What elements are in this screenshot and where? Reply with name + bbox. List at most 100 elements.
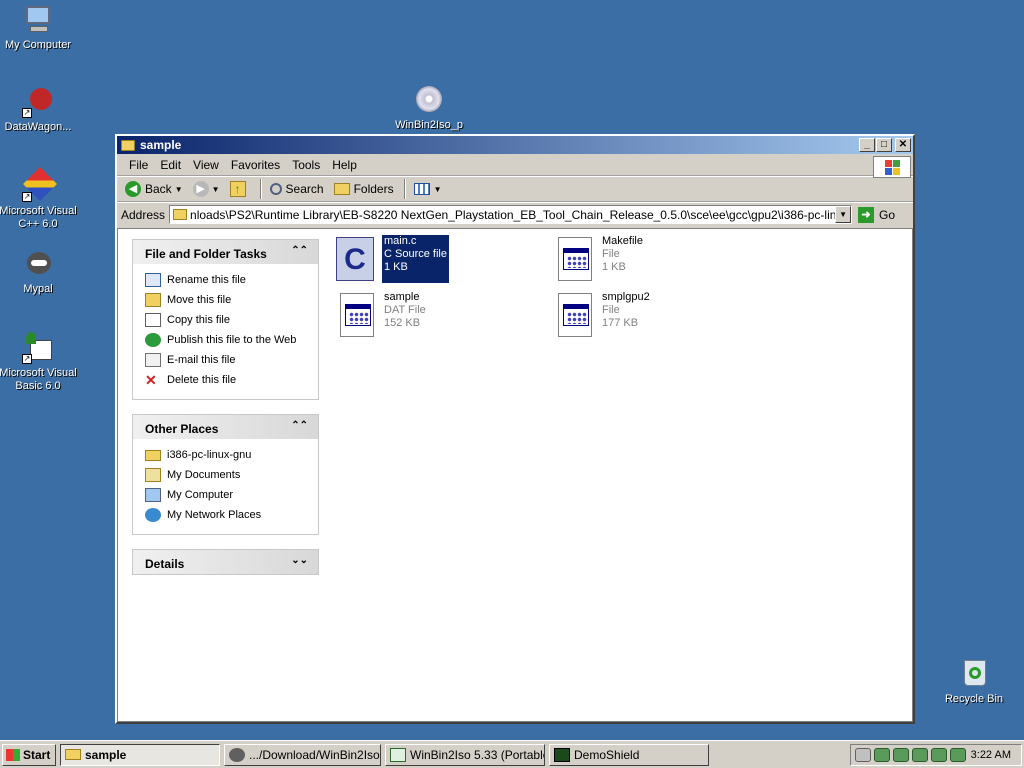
file-item-smplgpu2[interactable]: smplgpu2 File 177 KB <box>554 291 650 339</box>
folder-icon <box>173 209 188 220</box>
task-delete[interactable]: ✕ Delete this file <box>145 370 306 390</box>
chevron-down-icon[interactable]: ▼ <box>212 185 220 194</box>
chevron-down-icon: ▼ <box>433 184 442 194</box>
task-copy[interactable]: Copy this file <box>145 310 306 330</box>
network-tray-icon[interactable] <box>950 748 966 762</box>
file-name: Makefile <box>602 235 643 247</box>
rename-icon <box>145 273 161 287</box>
desktop-icon-label: Recycle Bin <box>944 693 1004 705</box>
datawagon-icon: ↗ <box>22 86 54 118</box>
taskbar-item-sample[interactable]: sample <box>60 743 220 766</box>
desktop-icon-my-computer[interactable]: My Computer <box>0 4 80 52</box>
dat-file-icon <box>340 293 374 337</box>
views-button[interactable]: ▼ <box>410 181 446 197</box>
desktop-icon-recycle-bin[interactable]: Recycle Bin <box>932 658 1016 706</box>
visual-basic-icon: ↗ <box>22 332 54 364</box>
folder-icon <box>145 449 161 461</box>
clock[interactable]: 3:22 AM <box>971 749 1011 761</box>
menu-help[interactable]: Help <box>326 156 363 174</box>
app-window-icon <box>554 747 570 762</box>
network-tray-icon[interactable] <box>893 748 909 762</box>
menu-view[interactable]: View <box>187 156 225 174</box>
pane-title: Details <box>145 557 185 571</box>
file-item-makefile[interactable]: Makefile File 1 KB <box>554 235 643 283</box>
task-email[interactable]: E-mail this file <box>145 350 306 370</box>
place-my-documents[interactable]: My Documents <box>145 465 306 485</box>
chevron-down-icon[interactable]: ▼ <box>175 185 183 194</box>
network-icon <box>145 508 161 522</box>
search-button[interactable]: Search <box>266 180 328 198</box>
menu-bar: File Edit View Favorites Tools Help <box>117 154 913 178</box>
collapse-chevron-icon[interactable]: ⌃⌃ <box>291 245 308 256</box>
file-name: sample <box>384 291 420 303</box>
taskbar-item-demoshield[interactable]: DemoShield <box>549 743 709 766</box>
menu-favorites[interactable]: Favorites <box>225 156 286 174</box>
minimize-button[interactable]: _ <box>859 138 875 152</box>
pane-header[interactable]: Other Places ⌃⌃ <box>133 415 318 439</box>
task-publish[interactable]: Publish this file to the Web <box>145 330 306 350</box>
go-button[interactable]: ➜ Go <box>858 206 895 223</box>
desktop-icon-visual-cpp[interactable]: ↗ Microsoft Visual C++ 6.0 <box>0 167 80 231</box>
shortcut-arrow-icon: ↗ <box>22 354 32 364</box>
folders-icon <box>333 183 350 195</box>
task-move[interactable]: Move this file <box>145 290 306 310</box>
raccoon-icon <box>22 248 54 280</box>
move-icon <box>145 293 161 307</box>
computer-icon <box>145 488 161 502</box>
visual-cpp-icon: ↗ <box>22 167 57 202</box>
up-folder-icon: ↑ <box>229 181 246 197</box>
desktop-icon-label: DataWagon... <box>4 121 72 133</box>
pane-header[interactable]: File and Folder Tasks ⌃⌃ <box>133 240 318 264</box>
desktop-icon-datawagon[interactable]: ↗ DataWagon... <box>0 86 80 134</box>
network-tray-icon[interactable] <box>931 748 947 762</box>
menu-edit[interactable]: Edit <box>154 156 187 174</box>
file-item-sample[interactable]: sample DAT File 152 KB <box>336 291 426 339</box>
place-network[interactable]: My Network Places <box>145 505 306 525</box>
forward-button[interactable]: ▶ ▼ <box>189 179 224 199</box>
desktop-icon-winbin2iso[interactable]: WinBin2Iso_p <box>387 84 471 132</box>
file-type: C Source file <box>384 248 447 260</box>
place-my-computer[interactable]: My Computer <box>145 485 306 505</box>
address-input[interactable]: nloads\PS2\Runtime Library\EB-S8220 Next… <box>169 205 853 224</box>
start-button[interactable]: Start <box>2 743 56 766</box>
desktop-icon-label: My Computer <box>4 39 72 51</box>
views-icon <box>413 183 430 195</box>
expand-chevron-icon[interactable]: ⌄⌄ <box>291 555 308 566</box>
file-item-main-c[interactable]: C main.c C Source file 1 KB <box>334 235 449 283</box>
taskbar-item-download[interactable]: .../Download/WinBin2Iso.... <box>224 743 381 766</box>
file-size: 1 KB <box>384 261 408 273</box>
address-bar: Address nloads\PS2\Runtime Library\EB-S8… <box>117 202 913 226</box>
keyboard-icon[interactable] <box>855 748 871 762</box>
close-button[interactable]: ✕ <box>895 138 911 152</box>
desktop-icon-mypal[interactable]: Mypal <box>0 248 80 296</box>
disc-icon <box>413 84 445 116</box>
title-bar[interactable]: sample _ □ ✕ <box>117 136 913 154</box>
folders-label: Folders <box>353 182 394 196</box>
place-parent-folder[interactable]: i386-pc-linux-gnu <box>145 445 306 465</box>
address-dropdown-button[interactable]: ▼ <box>835 206 852 223</box>
search-icon <box>269 183 282 195</box>
collapse-chevron-icon[interactable]: ⌃⌃ <box>291 420 308 431</box>
desktop-icon-label: Mypal <box>23 283 53 295</box>
back-label: Back <box>145 182 172 196</box>
address-label: Address <box>121 207 166 222</box>
pane-header[interactable]: Details ⌄⌄ <box>133 550 318 574</box>
menu-tools[interactable]: Tools <box>286 156 326 174</box>
toolbar: ◀ Back ▼ ▶ ▼ ↑ Search Folders ▼ <box>117 176 913 202</box>
maximize-button[interactable]: □ <box>876 138 892 152</box>
back-arrow-icon: ◀ <box>125 181 141 197</box>
file-size: 177 KB <box>602 317 639 329</box>
file-folder-tasks-pane: File and Folder Tasks ⌃⌃ Rename this fil… <box>132 239 319 400</box>
up-folder-button[interactable]: ↑ <box>226 179 254 199</box>
network-tray-icon[interactable] <box>912 748 928 762</box>
desktop-icon-visual-basic[interactable]: ↗ Microsoft Visual Basic 6.0 <box>0 332 80 393</box>
task-rename[interactable]: Rename this file <box>145 270 306 290</box>
network-tray-icon[interactable] <box>874 748 890 762</box>
delete-icon: ✕ <box>145 372 157 388</box>
windows-logo-icon <box>6 748 20 761</box>
computer-icon <box>22 4 54 36</box>
back-button[interactable]: ◀ Back ▼ <box>121 179 187 199</box>
taskbar-item-winbin2iso[interactable]: WinBin2Iso 5.33 (Portable) <box>385 743 545 766</box>
folders-button[interactable]: Folders <box>330 180 398 198</box>
menu-file[interactable]: File <box>123 156 154 174</box>
